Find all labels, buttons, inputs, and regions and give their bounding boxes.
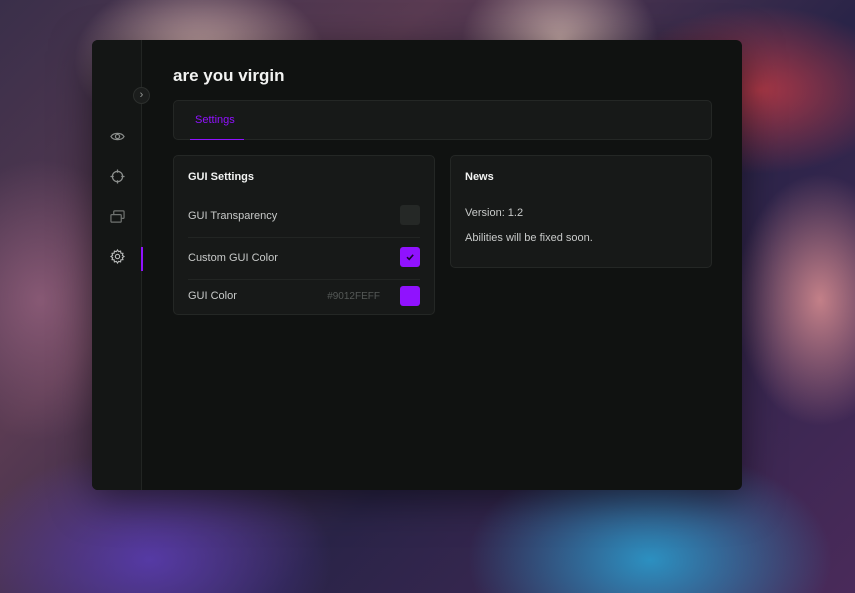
sidebar-item-aim[interactable] xyxy=(92,167,142,191)
gui-color-row: GUI Color #9012FEFF xyxy=(188,280,420,314)
sidebar-item-settings[interactable] xyxy=(92,247,143,271)
check-icon xyxy=(406,254,414,261)
collapse-sidebar-button[interactable]: › xyxy=(133,87,150,104)
sidebar-item-misc[interactable] xyxy=(92,207,142,231)
gui-transparency-row: GUI Transparency xyxy=(188,196,420,238)
layers-icon xyxy=(109,209,125,229)
news-title: News xyxy=(465,171,494,183)
gui-transparency-label: GUI Transparency xyxy=(188,210,278,222)
news-message: Abilities will be fixed soon. xyxy=(465,232,593,244)
crosshair-icon xyxy=(109,169,125,189)
custom-gui-color-row: Custom GUI Color xyxy=(188,238,420,280)
tab-settings[interactable]: Settings xyxy=(186,101,244,140)
chevron-right-icon: › xyxy=(139,89,144,101)
tab-bar: Settings xyxy=(173,100,712,140)
gui-color-swatch[interactable] xyxy=(400,286,420,306)
gui-settings-card: GUI Settings GUI Transparency Custom GUI… xyxy=(173,155,435,315)
news-version: Version: 1.2 xyxy=(465,207,524,219)
page-title: are you virgin xyxy=(173,66,285,85)
gui-transparency-checkbox[interactable] xyxy=(400,205,420,225)
app-window: › are you virgin Settings GUI Settings G… xyxy=(92,40,742,490)
gear-icon xyxy=(109,248,125,269)
custom-gui-color-checkbox[interactable] xyxy=(400,247,420,267)
sidebar xyxy=(92,40,143,490)
gui-color-label: GUI Color xyxy=(188,290,237,302)
custom-gui-color-label: Custom GUI Color xyxy=(188,252,278,264)
gui-settings-title: GUI Settings xyxy=(188,171,255,183)
sidebar-item-visuals[interactable] xyxy=(92,127,142,151)
gui-color-hex: #9012FEFF xyxy=(327,291,380,302)
eye-icon xyxy=(109,129,125,149)
news-card: News Version: 1.2 Abilities will be fixe… xyxy=(450,155,712,268)
